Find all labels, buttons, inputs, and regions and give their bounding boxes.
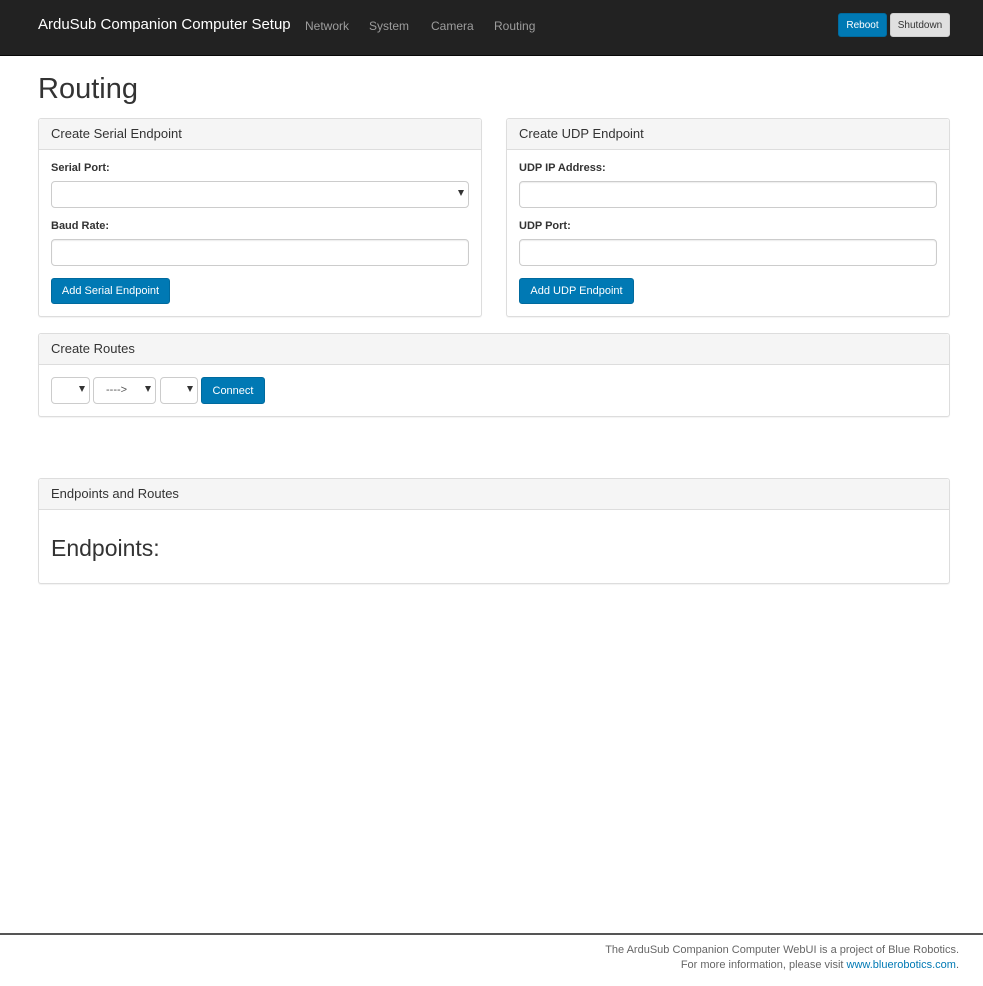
route-direction-value: ----> — [106, 384, 128, 396]
add-udp-endpoint-button[interactable]: Add UDP Endpoint — [519, 278, 634, 304]
udp-panel-heading: Create UDP Endpoint — [507, 119, 949, 150]
chevron-down-icon — [79, 386, 85, 392]
reboot-button[interactable]: Reboot — [838, 13, 887, 37]
routes-panel-heading: Create Routes — [39, 334, 949, 365]
footer-info-prefix: For more information, please visit — [680, 959, 847, 971]
chevron-down-icon — [458, 190, 464, 196]
create-routes-panel: Create Routes ----> Connect — [38, 333, 950, 417]
footer-credit: The ArduSub Companion Computer WebUI is … — [605, 944, 959, 956]
route-direction-select[interactable]: ----> — [93, 377, 156, 404]
nav-link-network[interactable]: Network — [305, 19, 349, 33]
nav-link-camera[interactable]: Camera — [431, 19, 474, 33]
chevron-down-icon — [145, 386, 151, 392]
nav-link-routing[interactable]: Routing — [494, 19, 535, 33]
endpoints-panel-heading: Endpoints and Routes — [39, 479, 949, 510]
serial-endpoint-panel: Create Serial Endpoint Serial Port: Baud… — [38, 118, 482, 317]
baud-rate-label: Baud Rate: — [51, 220, 110, 232]
route-target-select[interactable] — [160, 377, 198, 404]
serial-port-label: Serial Port: — [51, 162, 110, 174]
udp-port-label: UDP Port: — [519, 220, 571, 232]
shutdown-button[interactable]: Shutdown — [890, 13, 950, 37]
baud-rate-input[interactable] — [51, 239, 469, 266]
endpoints-routes-panel: Endpoints and Routes Endpoints: — [38, 478, 950, 584]
serial-panel-heading: Create Serial Endpoint — [39, 119, 481, 150]
udp-ip-input[interactable] — [519, 181, 937, 208]
navbar: ArduSub Companion Computer Setup Network… — [0, 0, 983, 56]
endpoints-title: Endpoints: — [51, 535, 160, 561]
footer-info-suffix: . — [955, 959, 959, 971]
nav-link-system[interactable]: System — [369, 19, 409, 33]
bluerobotics-link[interactable]: www.bluerobotics.com — [847, 959, 956, 971]
serial-port-select[interactable] — [51, 181, 469, 208]
chevron-down-icon — [187, 386, 193, 392]
brand-title[interactable]: ArduSub Companion Computer Setup — [38, 16, 291, 33]
udp-endpoint-panel: Create UDP Endpoint UDP IP Address: UDP … — [506, 118, 950, 317]
connect-button[interactable]: Connect — [201, 377, 265, 404]
page-title: Routing — [38, 73, 138, 105]
udp-ip-label: UDP IP Address: — [519, 162, 606, 174]
route-source-select[interactable] — [51, 377, 90, 404]
udp-port-input[interactable] — [519, 239, 937, 266]
add-serial-endpoint-button[interactable]: Add Serial Endpoint — [51, 278, 170, 304]
footer: The ArduSub Companion Computer WebUI is … — [0, 933, 983, 986]
footer-info: For more information, please visit www.b… — [681, 959, 959, 971]
